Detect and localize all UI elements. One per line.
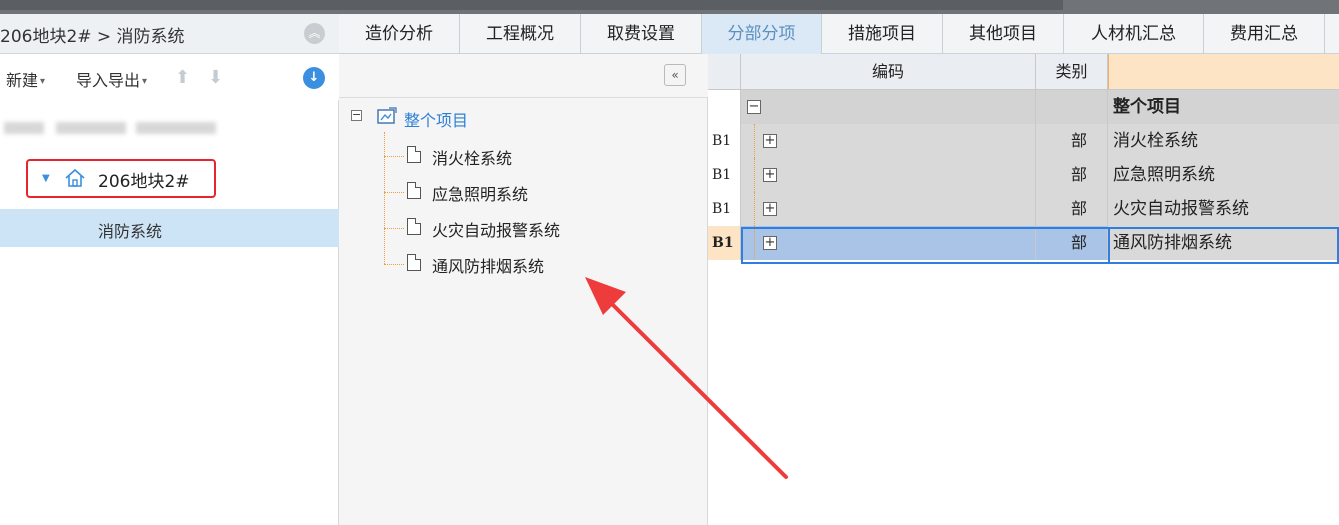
name-cell[interactable]: 火灾自动报警系统 (1108, 192, 1339, 226)
table-row[interactable]: − 整个项目 (708, 90, 1339, 124)
house-icon (65, 168, 85, 187)
tab-other-items[interactable]: 其他项目 (943, 14, 1064, 54)
document-icon (407, 146, 421, 163)
download-icon[interactable]: ↓ (303, 67, 325, 89)
column-header-name[interactable] (1108, 54, 1339, 90)
name-cell[interactable]: 应急照明系统 (1108, 158, 1339, 192)
expand-box-icon[interactable]: + (763, 168, 777, 182)
table-row-selected[interactable]: B1 + 部 通风防排烟系统 (708, 226, 1339, 260)
tree-node-label: 消防系统 (98, 222, 163, 241)
collapse-box-icon[interactable]: − (351, 109, 362, 121)
top-window-strip-dark (0, 0, 1063, 10)
project-folder-icon (377, 107, 397, 124)
left-toolbar: 新建 ▾ 导入导出 ▾ ⬆ ⬇ (0, 54, 339, 100)
type-cell[interactable]: 部 (1036, 226, 1108, 260)
type-cell[interactable]: 部 (1036, 192, 1108, 226)
row-number[interactable] (708, 90, 741, 124)
code-cell[interactable]: + (741, 158, 1036, 192)
main-tab-bar: 造价分析 工程概况 取费设置 分部分项 措施项目 其他项目 人材机汇总 费用汇总 (339, 14, 1339, 54)
tree-node-label: 206地块2# (98, 172, 190, 192)
tab-divisions[interactable]: 分部分项 (702, 14, 822, 54)
middle-toolbar: « (339, 54, 708, 98)
move-down-icon[interactable]: ⬇ (208, 67, 223, 88)
code-cell[interactable]: + (741, 226, 1036, 260)
blurred-project-name (4, 122, 224, 136)
import-export-dropdown-button[interactable]: 导入导出 ▾ (76, 67, 147, 91)
tree-root-label[interactable]: 整个项目 (404, 107, 468, 131)
tab-cost-analysis[interactable]: 造价分析 (339, 14, 460, 54)
document-icon (407, 254, 421, 271)
collapse-box-icon[interactable]: − (747, 100, 761, 114)
code-cell[interactable]: + (741, 192, 1036, 226)
tab-materials-summary[interactable]: 人材机汇总 (1064, 14, 1204, 54)
selection-divider (1108, 227, 1110, 264)
table-row[interactable]: B1 + 部 应急照明系统 (708, 158, 1339, 192)
tree-item-hydrant[interactable]: 消火栓系统 (432, 145, 512, 169)
type-cell[interactable]: 部 (1036, 158, 1108, 192)
column-header-code[interactable]: 编码 (741, 54, 1036, 90)
chevron-down-icon: ▾ (40, 76, 46, 87)
tab-project-overview[interactable]: 工程概况 (460, 14, 581, 54)
tree-node-fire-system[interactable]: 消防系统 (0, 209, 339, 247)
name-cell[interactable]: 消火栓系统 (1108, 124, 1339, 158)
collapse-left-icon[interactable]: « (664, 64, 686, 86)
tree-item-fire-alarm[interactable]: 火灾自动报警系统 (432, 217, 560, 241)
import-export-label: 导入导出 (76, 71, 141, 90)
divisions-grid: 编码 类别 − 整个项目 B1 + 部 消火栓系统 B1 + 部 应急照明系统 … (708, 54, 1339, 525)
row-number[interactable]: B1 (708, 226, 741, 260)
new-dropdown-button[interactable]: 新建 ▾ (6, 67, 45, 91)
tab-fee-summary[interactable]: 费用汇总 (1204, 14, 1325, 54)
document-icon (407, 218, 421, 235)
move-up-icon[interactable]: ⬆ (175, 67, 190, 88)
document-icon (407, 182, 421, 199)
tree-item-smoke-exhaust[interactable]: 通风防排烟系统 (432, 253, 544, 277)
collapse-up-icon[interactable]: ︽ (304, 23, 325, 44)
project-tree-panel: 206地块2# > 消防系统 ︽ 新建 ▾ 导入导出 ▾ ⬆ ⬇ ▼ 206地块2#… (0, 14, 339, 525)
tree-node-206-plot[interactable]: ▼ 206地块2# (26, 159, 216, 198)
tab-fee-settings[interactable]: 取费设置 (581, 14, 702, 54)
tree-connector (384, 132, 385, 264)
column-header-type[interactable]: 类别 (1036, 54, 1108, 90)
row-number[interactable]: B1 (708, 192, 741, 226)
expand-triangle-icon[interactable]: ▼ (42, 173, 50, 184)
code-cell[interactable]: − (741, 90, 1036, 124)
expand-box-icon[interactable]: + (763, 236, 777, 250)
table-row[interactable]: B1 + 部 消火栓系统 (708, 124, 1339, 158)
expand-box-icon[interactable]: + (763, 134, 777, 148)
new-label: 新建 (6, 71, 39, 90)
name-cell[interactable]: 整个项目 (1108, 90, 1339, 124)
row-number[interactable]: B1 (708, 124, 741, 158)
tab-measures[interactable]: 措施项目 (822, 14, 943, 54)
code-cell[interactable]: + (741, 124, 1036, 158)
name-cell[interactable]: 通风防排烟系统 (1108, 226, 1339, 260)
type-cell[interactable] (1036, 90, 1108, 124)
table-row[interactable]: B1 + 部 火灾自动报警系统 (708, 192, 1339, 226)
breadcrumb: 206地块2# > 消防系统 (0, 27, 185, 47)
row-number[interactable]: B1 (708, 158, 741, 192)
chevron-down-icon: ▾ (142, 76, 148, 87)
top-window-strip (0, 0, 1339, 14)
left-header: 206地块2# > 消防系统 ︽ (0, 14, 339, 54)
type-cell[interactable]: 部 (1036, 124, 1108, 158)
tree-item-emergency-lighting[interactable]: 应急照明系统 (432, 181, 528, 205)
grid-corner[interactable] (708, 54, 741, 90)
division-tree-panel: « − 整个项目 消火栓系统 应急照明系统 火灾自动报警系统 通风防排烟系统 (339, 14, 708, 525)
expand-box-icon[interactable]: + (763, 202, 777, 216)
